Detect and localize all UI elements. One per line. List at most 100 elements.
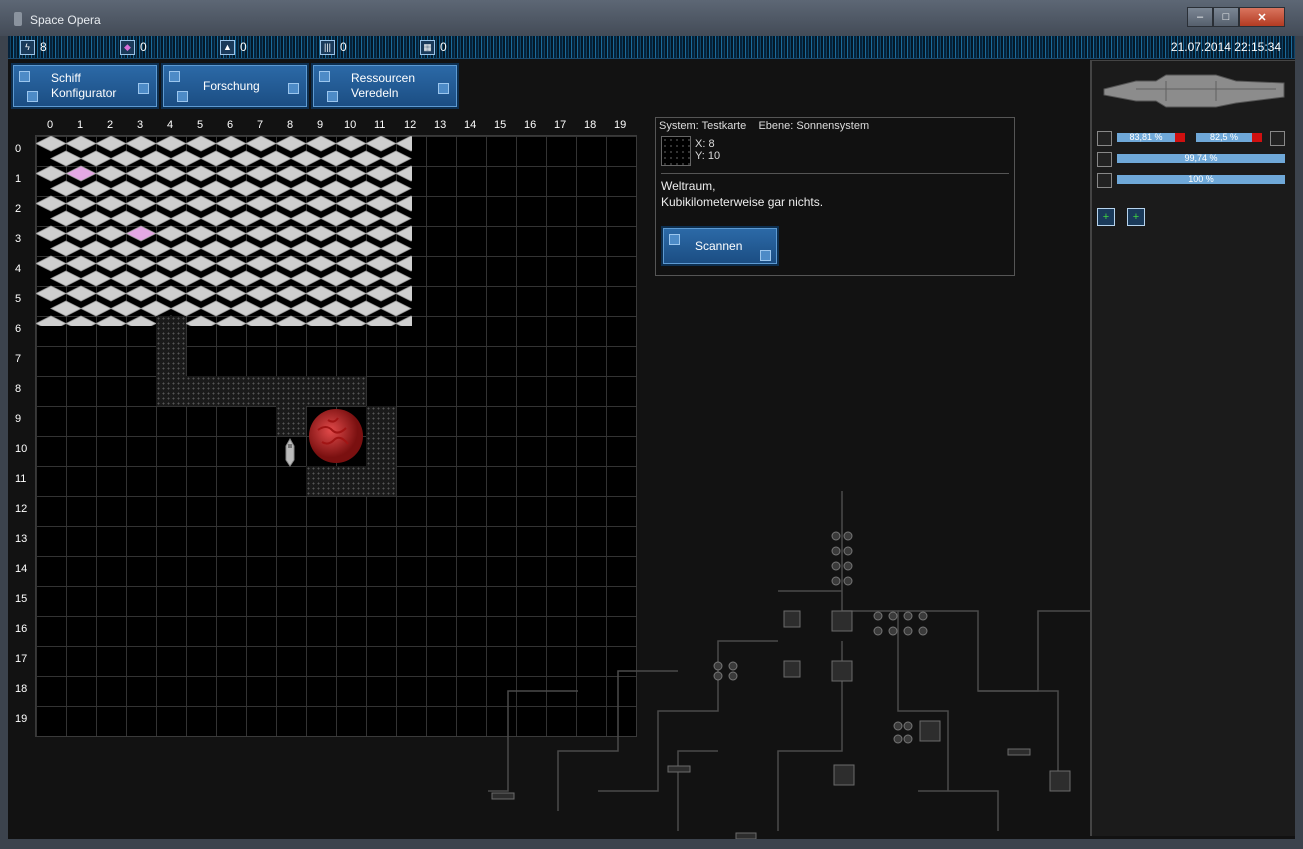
hex-tile[interactable] <box>260 180 292 197</box>
hex-tile[interactable] <box>65 165 97 182</box>
hex-tile[interactable] <box>245 315 277 326</box>
hex-tile[interactable] <box>65 136 97 152</box>
hex-tile[interactable] <box>36 315 67 326</box>
hex-tile[interactable] <box>125 165 157 182</box>
hex-tile[interactable] <box>275 165 307 182</box>
hex-tile[interactable] <box>395 285 412 302</box>
hex-tile[interactable] <box>320 180 352 197</box>
hex-tile[interactable] <box>65 315 97 326</box>
starfield-cell[interactable] <box>306 376 336 406</box>
hex-tile[interactable] <box>320 300 352 317</box>
hex-tile[interactable] <box>155 285 187 302</box>
hex-tile[interactable] <box>95 255 127 272</box>
hex-tile[interactable] <box>185 136 217 152</box>
hex-tile[interactable] <box>95 315 127 326</box>
hex-tile[interactable] <box>125 285 157 302</box>
hex-tile[interactable] <box>80 180 112 197</box>
hex-tile[interactable] <box>110 210 142 227</box>
hex-tile[interactable] <box>320 210 352 227</box>
hex-tile[interactable] <box>395 315 412 326</box>
starfield-cell[interactable] <box>366 436 396 466</box>
hex-tile[interactable] <box>350 150 382 167</box>
hex-tile[interactable] <box>320 270 352 287</box>
starfield-cell[interactable] <box>156 346 186 376</box>
hex-tile[interactable] <box>260 270 292 287</box>
starfield-cell[interactable] <box>366 406 396 436</box>
red-planet-icon[interactable] <box>306 406 366 466</box>
hex-tile[interactable] <box>155 225 187 242</box>
refine-resources-button[interactable]: Ressourcen Veredeln <box>311 63 459 109</box>
hex-tile[interactable] <box>290 240 322 257</box>
hex-tile[interactable] <box>335 195 367 212</box>
starfield-cell[interactable] <box>306 466 336 496</box>
hex-tile[interactable] <box>140 210 172 227</box>
hex-tile[interactable] <box>50 240 82 257</box>
hex-tile[interactable] <box>395 255 412 272</box>
hex-tile[interactable] <box>95 285 127 302</box>
hex-tile[interactable] <box>200 240 232 257</box>
hex-tile[interactable] <box>365 315 397 326</box>
hex-tile[interactable] <box>275 315 307 326</box>
hex-tile[interactable] <box>230 300 262 317</box>
hex-tile[interactable] <box>185 225 217 242</box>
hex-tile[interactable] <box>350 180 382 197</box>
hex-tile-field[interactable] <box>36 136 412 326</box>
hex-tile[interactable] <box>290 150 322 167</box>
starfield-cell[interactable] <box>186 376 216 406</box>
hex-tile[interactable] <box>185 195 217 212</box>
hex-tile[interactable] <box>65 195 97 212</box>
ship-configurator-button[interactable]: Schiff Konfigurator <box>11 63 159 109</box>
hex-tile[interactable] <box>110 270 142 287</box>
hex-tile[interactable] <box>245 195 277 212</box>
hex-tile[interactable] <box>95 165 127 182</box>
starfield-cell[interactable] <box>336 466 366 496</box>
hex-tile[interactable] <box>380 300 412 317</box>
hex-tile[interactable] <box>260 150 292 167</box>
hex-tile[interactable] <box>125 195 157 212</box>
hex-tile[interactable] <box>260 300 292 317</box>
hex-tile[interactable] <box>350 270 382 287</box>
hex-tile[interactable] <box>245 225 277 242</box>
hex-tile[interactable] <box>155 136 187 152</box>
hex-tile[interactable] <box>36 195 67 212</box>
close-button[interactable]: ✕ <box>1239 7 1285 27</box>
hex-tile[interactable] <box>65 225 97 242</box>
hex-tile[interactable] <box>155 165 187 182</box>
hex-tile[interactable] <box>200 270 232 287</box>
hex-tile[interactable] <box>395 225 412 242</box>
hex-tile[interactable] <box>36 285 67 302</box>
hex-tile[interactable] <box>215 195 247 212</box>
scan-button[interactable]: Scannen <box>661 226 779 266</box>
hex-tile[interactable] <box>260 240 292 257</box>
hex-tile[interactable] <box>215 315 247 326</box>
starfield-cell[interactable] <box>336 376 366 406</box>
hex-tile[interactable] <box>215 285 247 302</box>
hex-tile[interactable] <box>380 270 412 287</box>
hex-tile[interactable] <box>95 195 127 212</box>
target-icon[interactable] <box>1270 131 1285 146</box>
hex-tile[interactable] <box>290 300 322 317</box>
hex-tile[interactable] <box>290 210 322 227</box>
hex-tile[interactable] <box>110 240 142 257</box>
add-route-icon[interactable]: + <box>1127 208 1145 226</box>
hex-tile[interactable] <box>290 180 322 197</box>
hex-tile[interactable] <box>125 255 157 272</box>
hex-tile[interactable] <box>155 255 187 272</box>
hex-tile[interactable] <box>200 300 232 317</box>
hex-tile[interactable] <box>215 255 247 272</box>
hex-tile[interactable] <box>230 210 262 227</box>
hex-tile[interactable] <box>170 300 202 317</box>
hex-tile[interactable] <box>185 255 217 272</box>
hex-tile[interactable] <box>245 165 277 182</box>
hex-tile[interactable] <box>170 180 202 197</box>
starfield-cell[interactable] <box>276 406 306 436</box>
hex-tile[interactable] <box>185 315 217 326</box>
hex-tile[interactable] <box>230 180 262 197</box>
hex-tile[interactable] <box>140 270 172 287</box>
player-ship-icon[interactable] <box>282 438 298 468</box>
hex-tile[interactable] <box>200 180 232 197</box>
hex-tile[interactable] <box>395 136 412 152</box>
hex-tile[interactable] <box>245 136 277 152</box>
hex-tile[interactable] <box>320 240 352 257</box>
hex-tile[interactable] <box>36 255 67 272</box>
